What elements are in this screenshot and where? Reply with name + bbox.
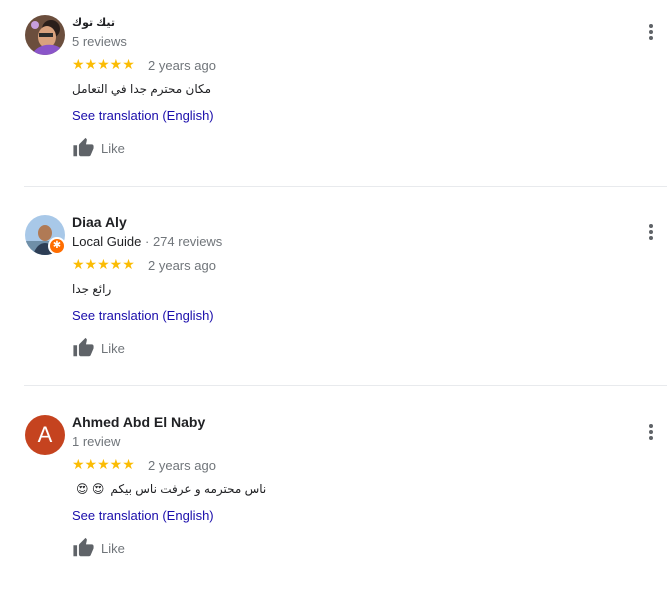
like-button[interactable]: Like <box>72 136 125 160</box>
review-text: رائع جدا <box>72 282 112 296</box>
see-translation-link[interactable]: See translation (English) <box>72 108 214 123</box>
divider <box>24 385 667 386</box>
star-rating: ★★★★★ <box>72 56 135 72</box>
review-count: · 274 reviews <box>141 234 223 249</box>
like-button[interactable]: Like <box>72 536 125 560</box>
review-text-container: ناس محترمه و عرفت ناس بيكم 😍 😍 <box>72 482 266 496</box>
like-label: Like <box>101 140 125 156</box>
heart-eyes-emoji-icon: 😍 😍 <box>76 482 105 496</box>
review-date: 2 years ago <box>148 258 216 273</box>
thumb-up-icon <box>73 537 94 557</box>
reviewer-name[interactable]: تيك توك <box>72 16 115 29</box>
local-guide-label: Local Guide <box>72 234 142 249</box>
like-button[interactable]: Like <box>72 336 125 360</box>
star-rating: ★★★★★ <box>72 256 135 272</box>
more-vert-icon[interactable] <box>644 222 658 242</box>
more-vert-icon[interactable] <box>644 22 658 42</box>
review-count: 1 review <box>72 434 121 449</box>
review-card: ✱ Diaa Aly Local Guide · 274 reviews ★★★… <box>0 200 667 398</box>
like-label: Like <box>101 540 125 556</box>
review-date: 2 years ago <box>148 458 216 473</box>
like-label: Like <box>101 340 125 356</box>
review-text: ناس محترمه و عرفت ناس بيكم <box>110 482 267 496</box>
see-translation-link[interactable]: See translation (English) <box>72 308 214 323</box>
review-card: A Ahmed Abd El Naby 1 review ★★★★★ 2 yea… <box>0 400 667 598</box>
divider <box>24 186 667 187</box>
avatar[interactable]: A <box>25 415 65 455</box>
see-translation-link[interactable]: See translation (English) <box>72 508 214 523</box>
review-card: تيك توك 5 reviews ★★★★★ 2 years ago مكان… <box>0 0 667 198</box>
star-rating: ★★★★★ <box>72 456 135 472</box>
avatar-photo <box>25 15 65 55</box>
review-date: 2 years ago <box>148 58 216 73</box>
avatar[interactable] <box>25 15 65 55</box>
thumb-up-icon <box>73 337 94 357</box>
local-guide-badge-icon: ✱ <box>48 237 66 255</box>
more-vert-icon[interactable] <box>644 422 658 442</box>
review-text: مكان محترم جدا في التعامل <box>72 82 212 96</box>
review-count: 5 reviews <box>72 34 127 49</box>
reviewer-name[interactable]: Diaa Aly <box>72 214 127 230</box>
thumb-up-icon <box>73 137 94 157</box>
reviewer-name[interactable]: Ahmed Abd El Naby <box>72 414 205 430</box>
review-meta: Local Guide · 274 reviews <box>72 234 222 249</box>
